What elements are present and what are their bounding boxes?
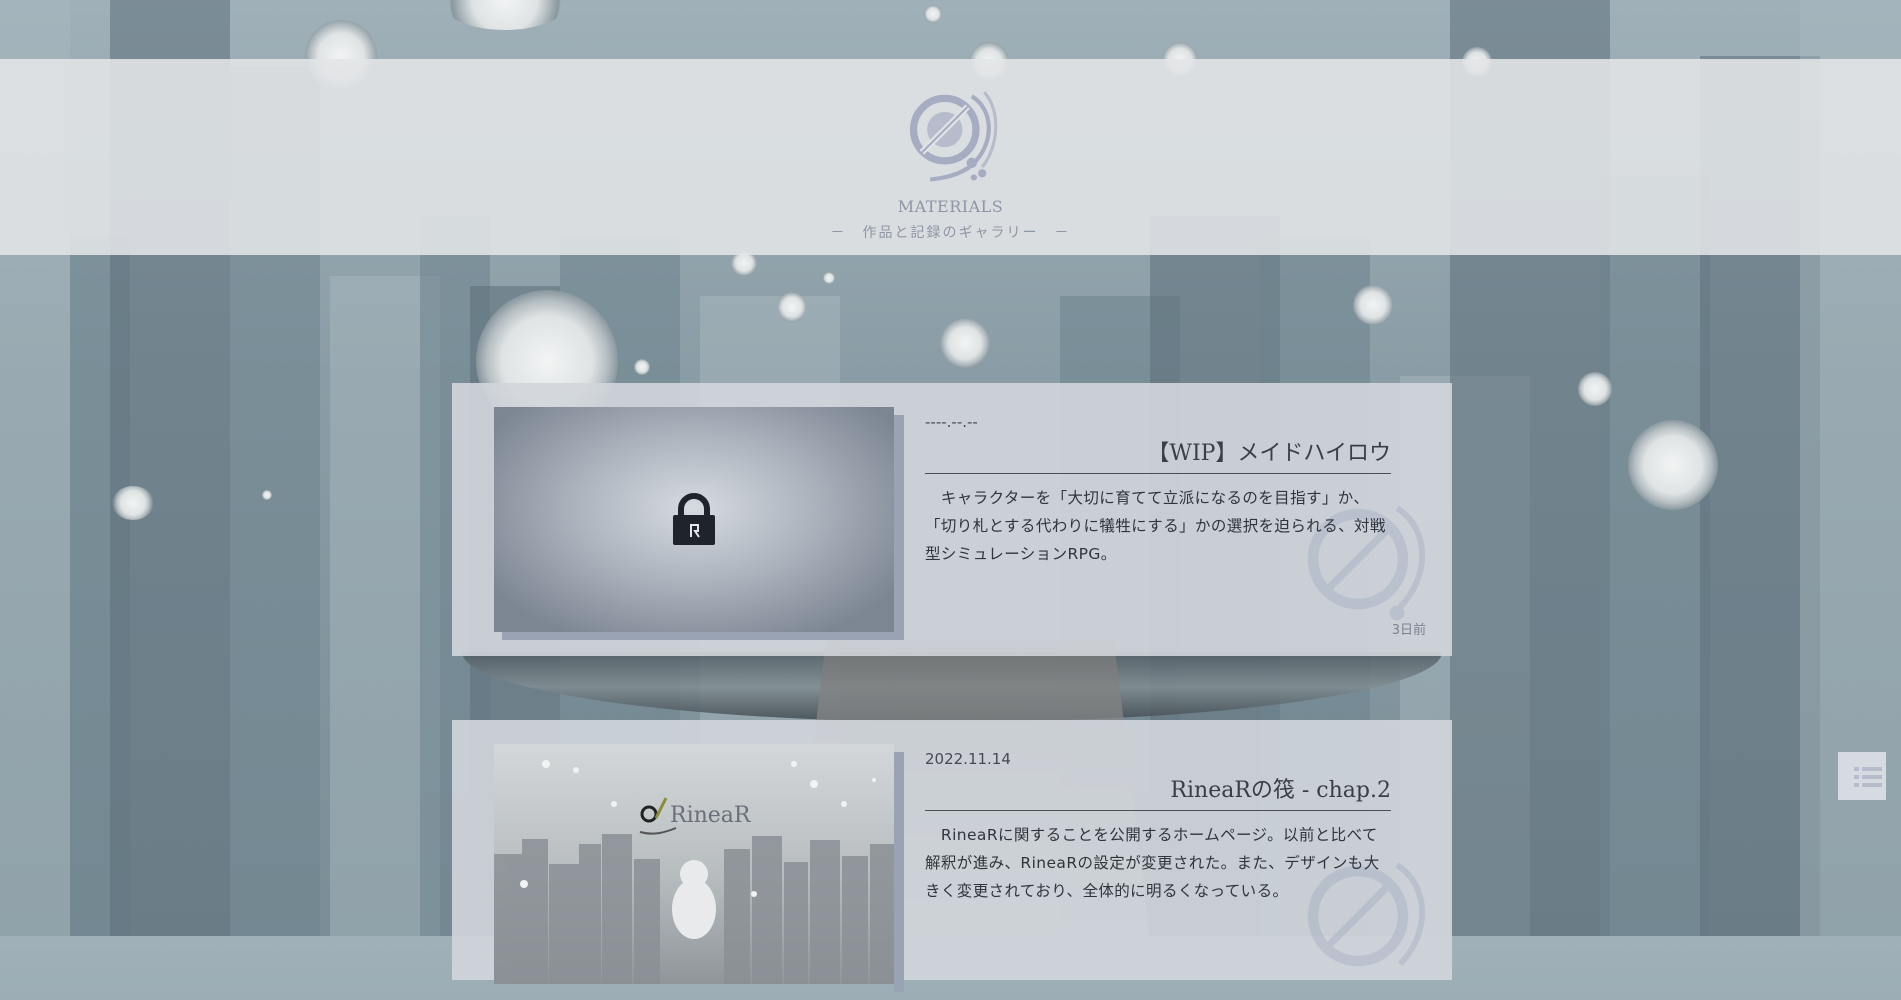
site-subtitle: － 作品と記録のギャラリー － [830, 225, 1071, 241]
thumbnail-shadow [894, 752, 904, 992]
site-title[interactable]: MATERIALS [0, 197, 1901, 216]
post-excerpt: キャラクターを「大切に育てて立派になるのを目指す」か、「切り札とする代わりに犠牲… [925, 489, 1386, 563]
post-title[interactable]: 【WIP】メイドハイロウ [925, 435, 1391, 474]
post-thumbnail[interactable]: RineaR [494, 744, 894, 984]
site-logo[interactable] [899, 88, 1003, 192]
thumbnail-text: RineaR [670, 803, 752, 828]
list-icon [1854, 767, 1882, 787]
post-thumbnail[interactable] [494, 407, 894, 632]
post-excerpt: RineaRに関することを公開するホームページ。以前と比べて解釈が進み、Rine… [925, 826, 1380, 900]
rinear-thumbnail-art: RineaR [494, 760, 894, 984]
menu-button[interactable] [1838, 752, 1886, 800]
post-card[interactable]: RineaR 2022.11.14 RineaRの筏 - chap.2 Rine… [452, 720, 1452, 992]
post-card[interactable]: ----.--.-- 【WIP】メイドハイロウ キャラクターを「大切に育てて立派… [452, 383, 1452, 656]
post-age: 3日前 [1391, 623, 1426, 638]
post-date: 2022.11.14 [925, 750, 1011, 768]
post-title[interactable]: RineaRの筏 - chap.2 [925, 772, 1391, 811]
lock-icon [673, 493, 715, 545]
post-date: ----.--.-- [925, 413, 978, 431]
